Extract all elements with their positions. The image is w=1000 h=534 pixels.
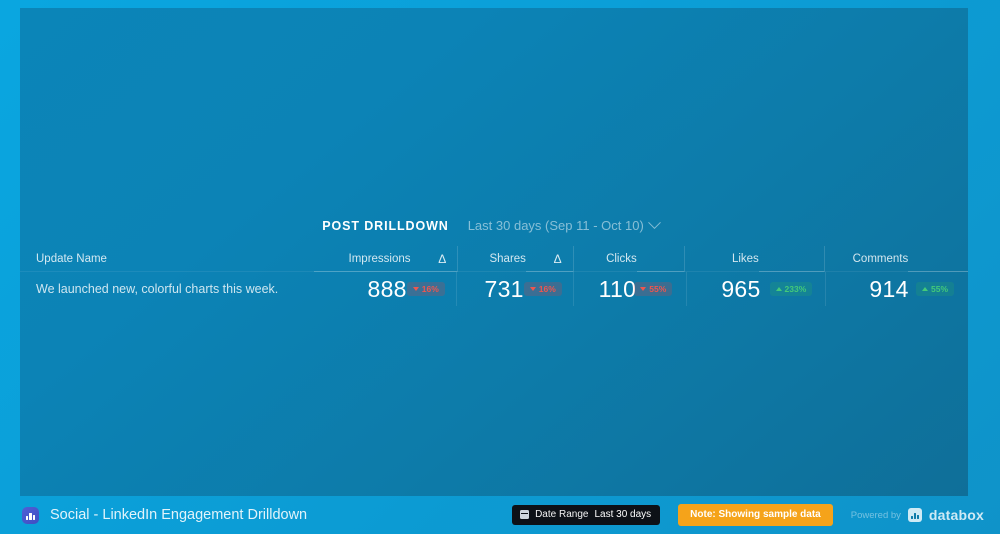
databox-logo-icon [907,508,922,522]
cell-clicks-delta: 55% [634,272,686,306]
cell-shares: 731 [456,272,524,306]
post-drilldown-table: Update Name Impressions Δ Shares Δ Click… [20,246,968,306]
cell-shares-delta: 16% [523,272,573,306]
powered-by-label: Powered by [850,509,901,521]
cell-comments: 914 [825,272,908,306]
column-header-comments-delta [908,246,968,272]
column-header-clicks-delta [637,246,684,272]
widget-header: POST DRILLDOWN Last 30 days (Sep 11 - Oc… [20,208,968,244]
calendar-icon [520,510,530,519]
triangle-down-icon [529,287,536,291]
date-range-chip[interactable]: Date Range Last 30 days [512,505,661,525]
databox-app-icon [22,506,39,524]
delta-badge-likes: 233% [769,281,813,297]
triangle-up-icon [921,287,928,291]
date-range-picker-label: Last 30 days (Sep 11 - Oct 10) [467,218,644,233]
dashboard-panel: POST DRILLDOWN Last 30 days (Sep 11 - Oc… [20,8,968,496]
delta-badge-shares: 16% [523,281,562,297]
cell-likes: 965 [686,272,760,306]
column-header-shares[interactable]: Shares [457,246,525,272]
widget-title: POST DRILLDOWN [322,219,449,233]
board-title: Social - LinkedIn Engagement Drilldown [50,507,308,523]
column-header-likes[interactable]: Likes [684,246,759,272]
sample-data-badge[interactable]: Note: Showing sample data [678,504,833,526]
delta-badge-impressions: 16% [406,281,445,297]
board-brand[interactable]: Social - LinkedIn Engagement Drilldown [22,506,308,524]
powered-by-databox[interactable]: Powered by databox [851,507,984,523]
column-header-update-name[interactable]: Update Name [20,246,314,272]
footer-right-group: Date Range Last 30 days Note: Showing sa… [512,504,984,526]
column-header-shares-delta[interactable]: Δ [526,246,573,272]
table-row[interactable]: We launched new, colorful charts this we… [20,272,968,306]
cell-likes-delta: 233% [761,272,826,306]
date-range-chip-value: Last 30 days [594,509,652,520]
date-range-chip-label: Date Range [535,509,589,520]
cell-clicks: 110 [573,272,636,306]
triangle-up-icon [775,287,782,291]
cell-update-name: We launched new, colorful charts this we… [36,282,279,296]
delta-badge-clicks: 55% [634,281,673,297]
date-range-picker[interactable]: Last 30 days (Sep 11 - Oct 10) [461,216,666,236]
databox-wordmark: databox [928,507,984,523]
cell-impressions-delta: 16% [406,272,456,306]
column-header-comments[interactable]: Comments [824,246,909,272]
cell-impressions: 888 [367,275,407,302]
column-header-impressions[interactable]: Impressions [314,246,411,272]
delta-badge-comments: 55% [915,281,954,297]
column-header-impressions-delta[interactable]: Δ [411,246,458,272]
table-header-row: Update Name Impressions Δ Shares Δ Click… [20,246,968,272]
column-header-clicks[interactable]: Clicks [573,246,637,272]
triangle-down-icon [412,287,419,291]
triangle-down-icon [640,287,647,291]
chevron-down-icon [647,216,661,230]
column-header-likes-delta [759,246,824,272]
cell-comments-delta: 55% [909,272,968,306]
footer-bar: Social - LinkedIn Engagement Drilldown D… [0,496,1000,534]
